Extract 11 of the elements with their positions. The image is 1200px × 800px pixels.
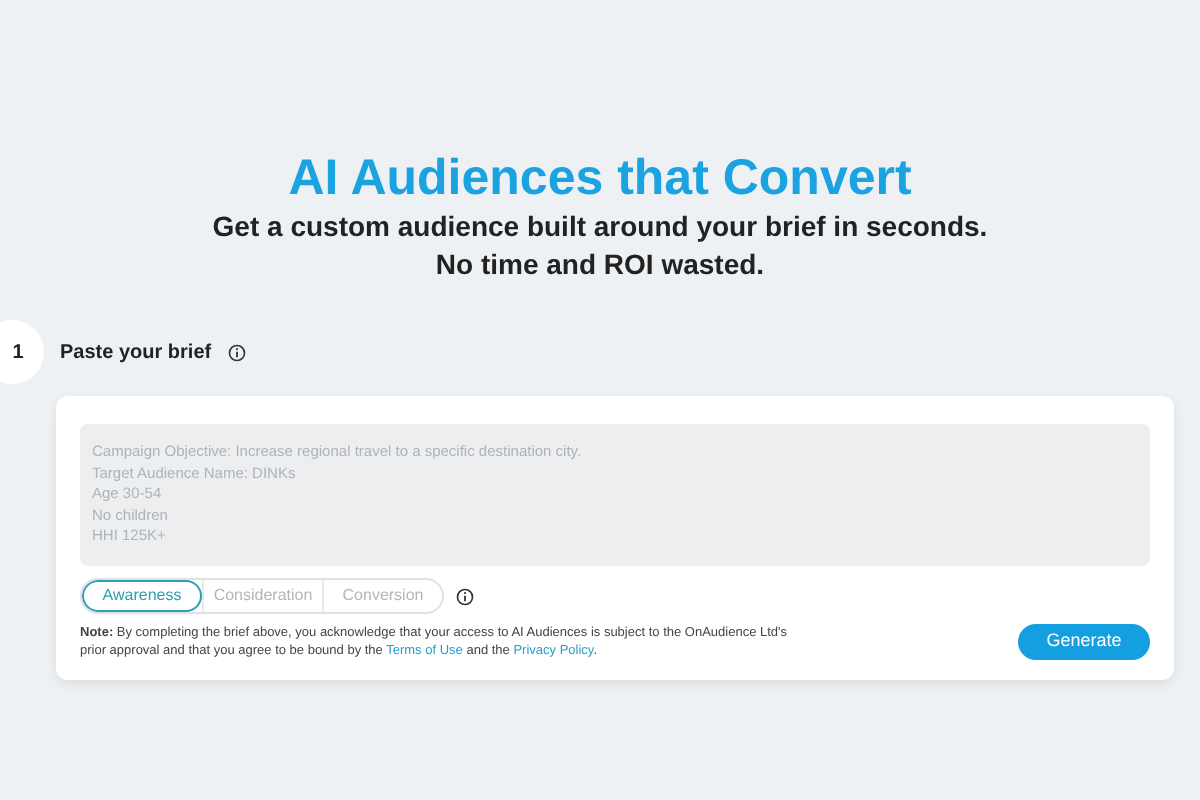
info-icon[interactable] (456, 587, 474, 605)
funnel-tab[interactable]: Consideration (202, 580, 322, 612)
subtitle: No time and ROI wasted. (435, 246, 765, 284)
generate-button[interactable]: Generate (1018, 624, 1150, 660)
subtitle: Get a custom audience built around your brief in seconds. (212, 208, 988, 246)
info-icon[interactable] (227, 343, 246, 361)
step-number: 1 (0, 320, 44, 384)
funnel-tab[interactable]: Conversion (322, 580, 442, 612)
step-label: Paste your brief (60, 339, 212, 367)
funnel-tab[interactable]: Awareness (82, 580, 202, 612)
page-title: AI Audiences that Convert (288, 148, 912, 208)
